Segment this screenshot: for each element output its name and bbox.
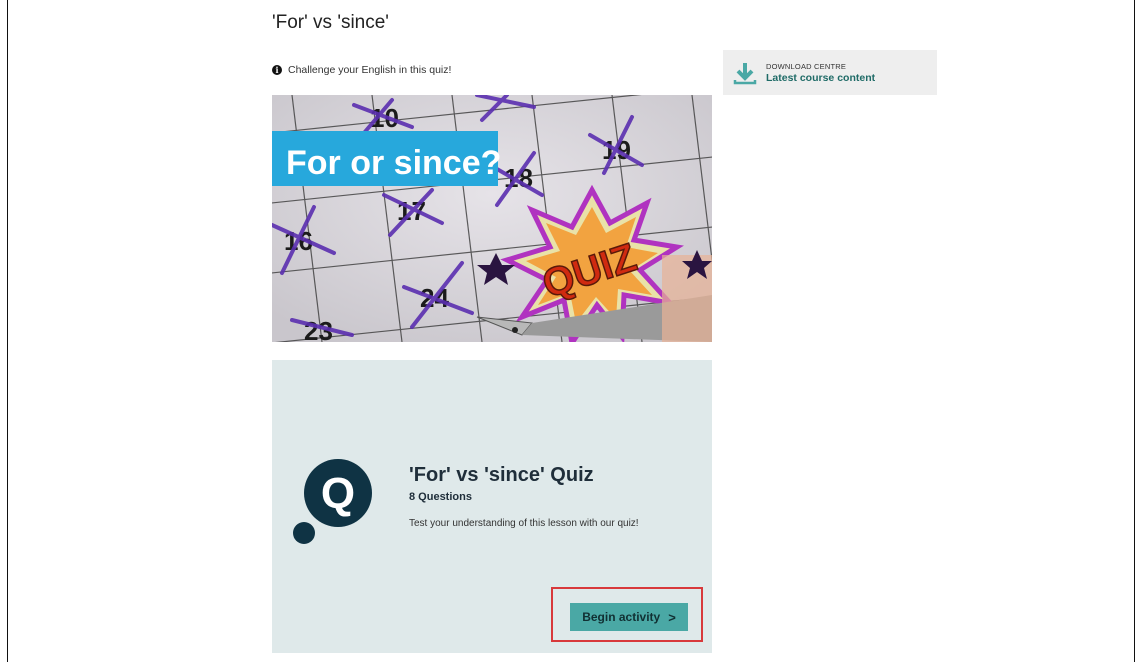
page-title: 'For' vs 'since' <box>272 12 389 33</box>
left-border <box>7 0 8 662</box>
download-centre-link-text[interactable]: Latest course content <box>766 72 875 84</box>
download-centre-link[interactable]: DOWNLOAD CENTRE Latest course content <box>723 50 937 95</box>
hero-banner-text: For or since? <box>286 144 501 182</box>
q-logo-letter: Q <box>321 469 355 518</box>
intro-line: i Challenge your English in this quiz! <box>272 64 451 76</box>
quiz-question-count: 8 Questions <box>409 491 472 503</box>
begin-activity-button[interactable]: Begin activity > <box>570 603 688 631</box>
quiz-title: 'For' vs 'since' Quiz <box>409 464 594 486</box>
quiz-card: Q 'For' vs 'since' Quiz 8 Questions Test… <box>272 360 712 653</box>
quiz-description: Test your understanding of this lesson w… <box>409 518 639 529</box>
intro-text: Challenge your English in this quiz! <box>288 64 452 76</box>
q-logo-icon: Q <box>293 459 372 544</box>
hero-image: 10 19 17 18 16 24 23 For or since? QUIZ <box>272 95 712 342</box>
hero-illustration: 10 19 17 18 16 24 23 For or since? QUIZ <box>272 95 712 342</box>
chevron-right-icon: > <box>668 609 676 625</box>
download-centre-label: DOWNLOAD CENTRE <box>766 62 847 71</box>
download-icon <box>733 63 757 85</box>
info-icon: i <box>272 65 282 75</box>
begin-activity-label: Begin activity <box>582 610 661 624</box>
right-border <box>1134 0 1135 662</box>
